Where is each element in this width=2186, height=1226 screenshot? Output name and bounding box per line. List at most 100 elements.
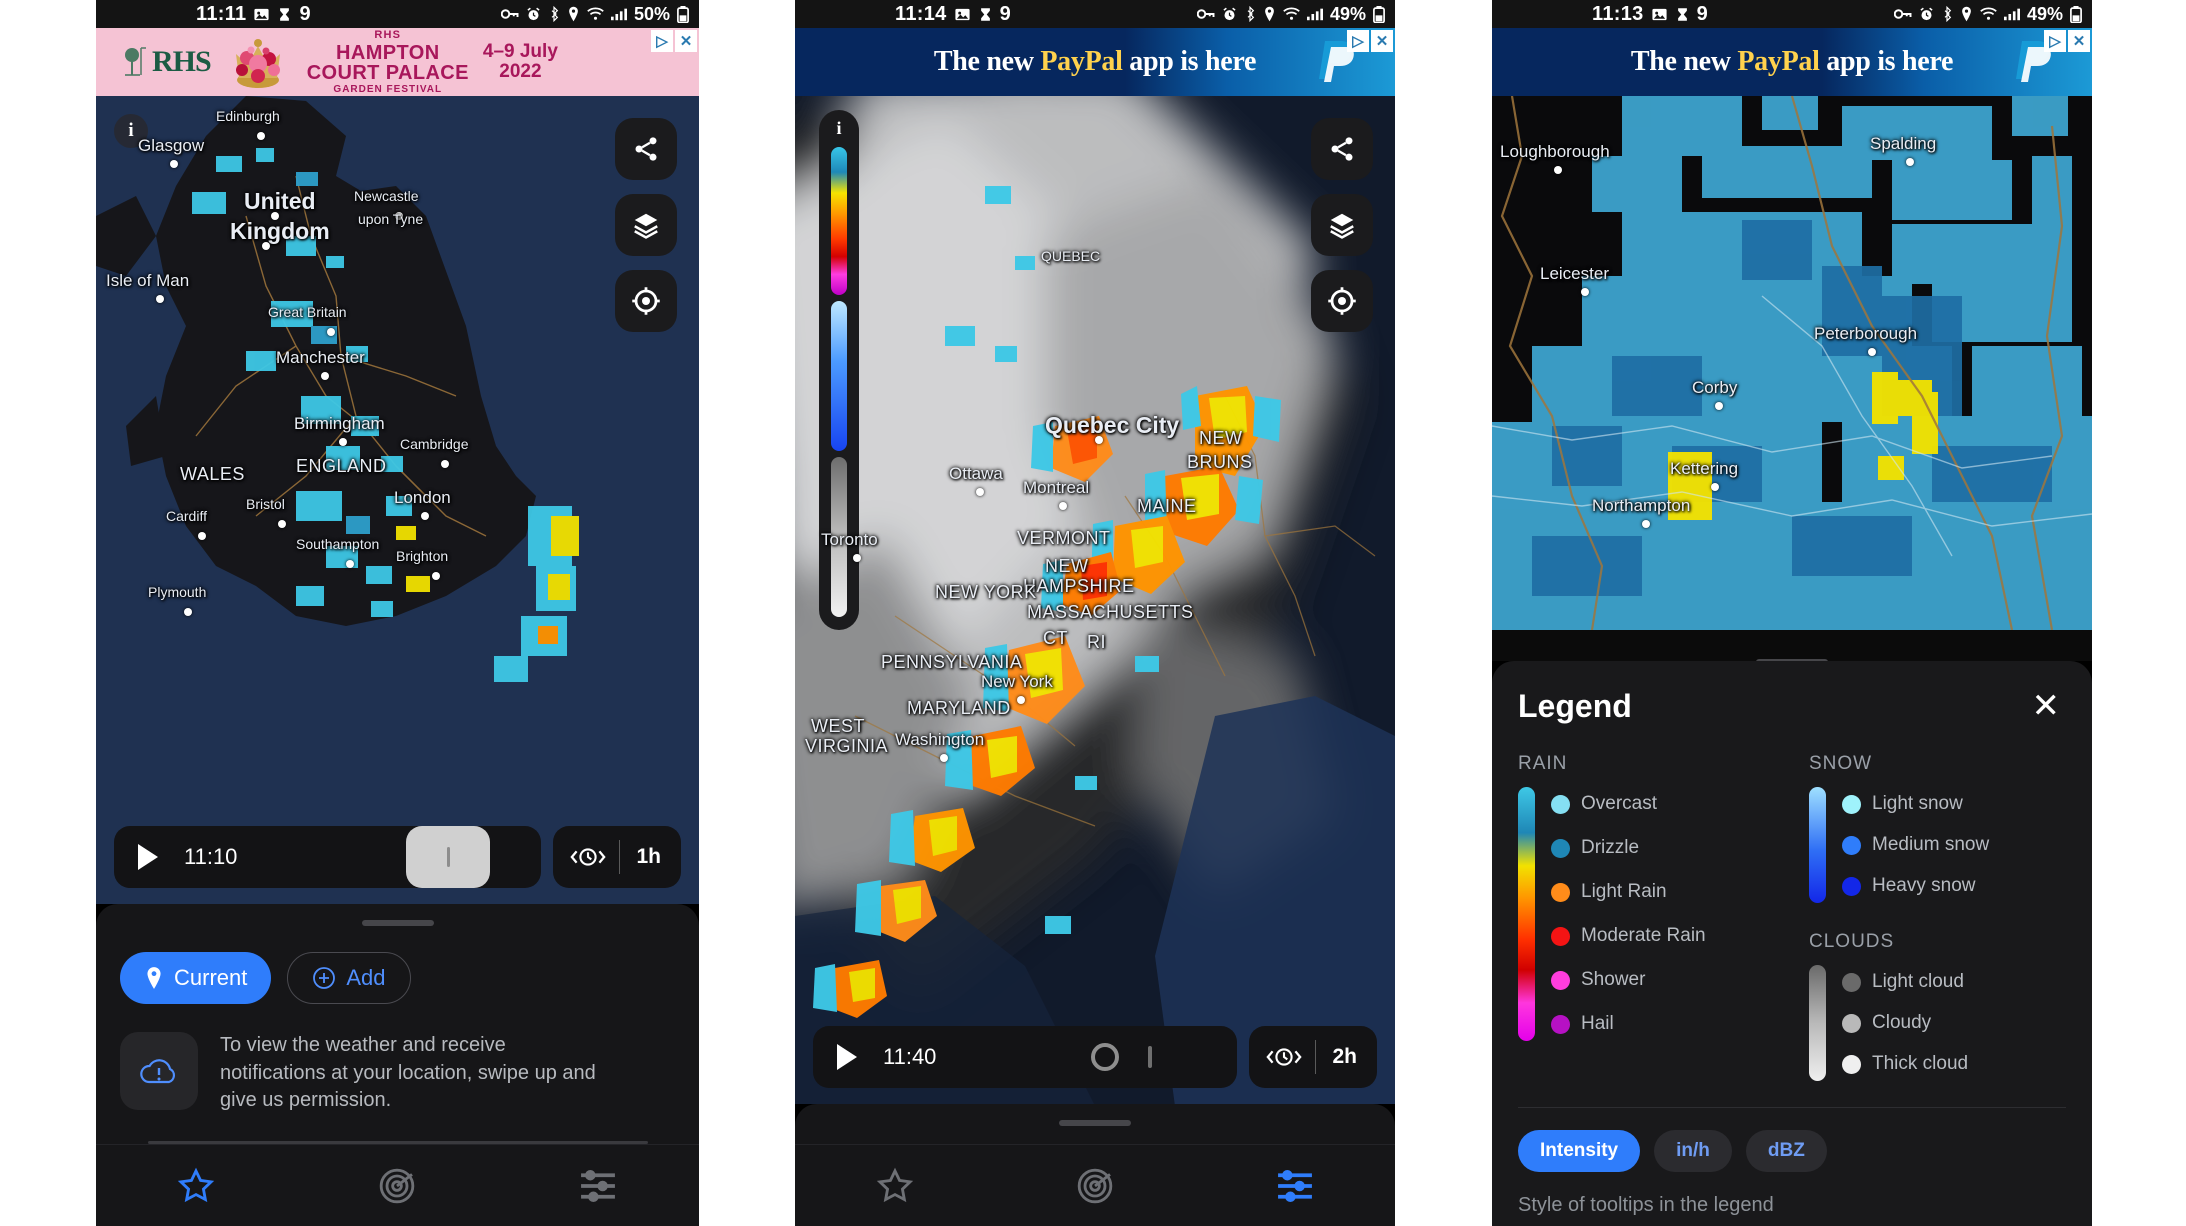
time-range-button[interactable]: 1h <box>553 826 681 889</box>
intensity-scale-bar[interactable]: i <box>819 110 859 630</box>
close-icon[interactable]: ✕ <box>2026 685 2067 727</box>
paypal-ad-brand: PayPal <box>1737 46 1820 77</box>
nine-badge-icon: 9 <box>1696 3 1708 25</box>
radar-tab[interactable] <box>298 1145 497 1226</box>
rhs-ad-copy: RHS HAMPTON COURT PALACE GARDEN FESTIVAL <box>307 29 469 95</box>
sheet-divider <box>147 1141 648 1144</box>
city-dot <box>440 460 449 468</box>
legend-item: Moderate Rain <box>1551 919 1775 953</box>
image-icon <box>954 6 971 23</box>
ad-controls[interactable]: ▷ ✕ <box>1347 30 1393 52</box>
settings-tab[interactable] <box>499 1145 698 1226</box>
image-icon <box>253 6 270 23</box>
bluetooth-icon <box>548 6 560 22</box>
battery-percent: 50% <box>633 3 670 24</box>
rhs-wordmark: RHS <box>152 45 212 78</box>
battery-percent: 49% <box>2026 3 2063 24</box>
close-icon[interactable]: ✕ <box>1371 30 1393 52</box>
favorites-tab[interactable] <box>97 1145 296 1226</box>
current-location-chip[interactable]: Current <box>120 952 272 1005</box>
legend-color-dot <box>1551 970 1570 990</box>
legend-title: Legend <box>1518 687 1632 724</box>
image-icon <box>1651 6 1668 23</box>
battery-icon <box>2070 5 2082 23</box>
location-icon <box>1960 6 1973 22</box>
radar-map-uk[interactable]: i Edinburgh Glasgow United Kingdom Newcastle… <box>96 96 699 905</box>
battery-percent: 49% <box>1329 3 1366 24</box>
timeline-controls[interactable]: 11:40 2h <box>795 1026 1395 1104</box>
current-location-label: Current <box>174 965 248 991</box>
settings-tab[interactable] <box>1196 1145 1394 1226</box>
legend-item: Drizzle <box>1551 831 1775 865</box>
legend-heading-rain: RAIN <box>1518 753 1568 774</box>
legend-color-dot <box>1551 882 1570 902</box>
satellite-map-north-america[interactable]: i QUEBEC Quebec City NEW BRUNS Ottawa Montrea… <box>795 96 1395 1104</box>
time-range-label: 1h <box>636 845 661 869</box>
adchoices-icon[interactable]: ▷ <box>1347 30 1369 52</box>
share-icon <box>1331 137 1353 161</box>
signal-icon <box>610 7 627 21</box>
timeline-controls[interactable]: 11:10 1h <box>96 826 699 904</box>
legend-sheet: Legend ✕ RAIN Overcast Drizzle Light Rain M… <box>1492 661 2092 1226</box>
locate-button[interactable] <box>1311 270 1373 332</box>
layers-button[interactable] <box>1311 194 1373 256</box>
radar-map-midlands[interactable]: Loughborough Spalding Leicester Peterboroug… <box>1492 96 2092 661</box>
map-action-buttons[interactable] <box>615 118 677 332</box>
city-dot <box>326 328 335 336</box>
adchoices-icon[interactable]: ▷ <box>651 30 673 52</box>
adchoices-icon[interactable]: ▷ <box>2044 30 2066 52</box>
cloud-legend-items: Light cloud Cloudy Thick cloud <box>1842 965 2066 1081</box>
battery-icon <box>677 5 689 23</box>
play-icon[interactable] <box>837 1044 857 1070</box>
timeline-scrubber[interactable]: 11:10 <box>114 826 542 889</box>
bottom-nav[interactable] <box>795 1144 1395 1226</box>
map-action-buttons[interactable] <box>1311 118 1373 332</box>
radar-echo-layer <box>1492 96 2092 630</box>
ad-controls[interactable]: ▷ ✕ <box>651 30 697 52</box>
play-icon[interactable] <box>138 844 158 871</box>
status-clock: 11:11 <box>196 2 247 25</box>
legend-item-label: Drizzle <box>1581 837 1640 858</box>
time-range-button[interactable]: 2h <box>1249 1026 1377 1088</box>
bottom-nav[interactable] <box>96 1144 699 1226</box>
timeline-scrubber[interactable]: 11:40 <box>813 1026 1238 1088</box>
wifi-icon <box>587 7 604 21</box>
legend-color-dot <box>1842 794 1861 814</box>
tooltip-style-chip[interactable]: in/h <box>1654 1130 1732 1172</box>
share-button[interactable] <box>1311 118 1373 180</box>
info-button[interactable]: i <box>114 114 148 148</box>
timeline-time: 11:40 <box>883 1044 937 1069</box>
snow-gradient-bar <box>1809 787 1826 903</box>
city-dot <box>1554 166 1562 174</box>
legend-item-label: Overcast <box>1581 793 1658 814</box>
ad-banner-paypal[interactable]: The new PayPal app is here ▷ ✕ <box>795 28 1395 96</box>
legend-item: Hail <box>1551 1007 1775 1041</box>
close-icon[interactable]: ✕ <box>675 30 697 52</box>
radar-tab[interactable] <box>996 1145 1194 1226</box>
status-left-group: 11:11 9 <box>196 3 311 26</box>
clock-arrows-icon <box>557 844 619 870</box>
legend-item: Light cloud <box>1842 965 2066 999</box>
status-bar: 11:13 9 49% <box>1492 0 2092 28</box>
cloud-gradient-bar <box>1809 965 1826 1081</box>
ad-controls[interactable]: ▷ ✕ <box>2044 30 2090 52</box>
nine-badge-icon: 9 <box>999 3 1011 25</box>
tooltip-style-chip[interactable]: dBZ <box>1745 1130 1827 1172</box>
tooltip-style-chip[interactable]: Intensity <box>1518 1130 1641 1172</box>
favorites-tab[interactable] <box>796 1145 994 1226</box>
add-location-chip[interactable]: Add <box>287 952 411 1005</box>
ad-banner-rhs[interactable]: RHS RHS HAMPTON COURT PALACE GARDEN FEST… <box>96 28 699 96</box>
layers-button[interactable] <box>615 194 677 256</box>
close-icon[interactable]: ✕ <box>2068 30 2090 52</box>
cloud-alert-icon <box>120 1032 198 1111</box>
permission-notice: To view the weather and receive notifica… <box>96 1004 699 1115</box>
timeline-thumb[interactable] <box>406 826 490 889</box>
ad-banner-paypal[interactable]: The new PayPal app is here ▷ ✕ <box>1492 28 2092 96</box>
tooltip-style-chips[interactable]: Intensity in/h dBZ <box>1518 1130 2066 1172</box>
city-dot <box>261 242 270 250</box>
paypal-ad-pre: The new <box>1630 46 1738 77</box>
share-button[interactable] <box>615 118 677 180</box>
locate-button[interactable] <box>615 270 677 332</box>
legend-header: Legend ✕ <box>1518 661 2066 727</box>
paypal-ad-pre: The new <box>933 46 1041 77</box>
